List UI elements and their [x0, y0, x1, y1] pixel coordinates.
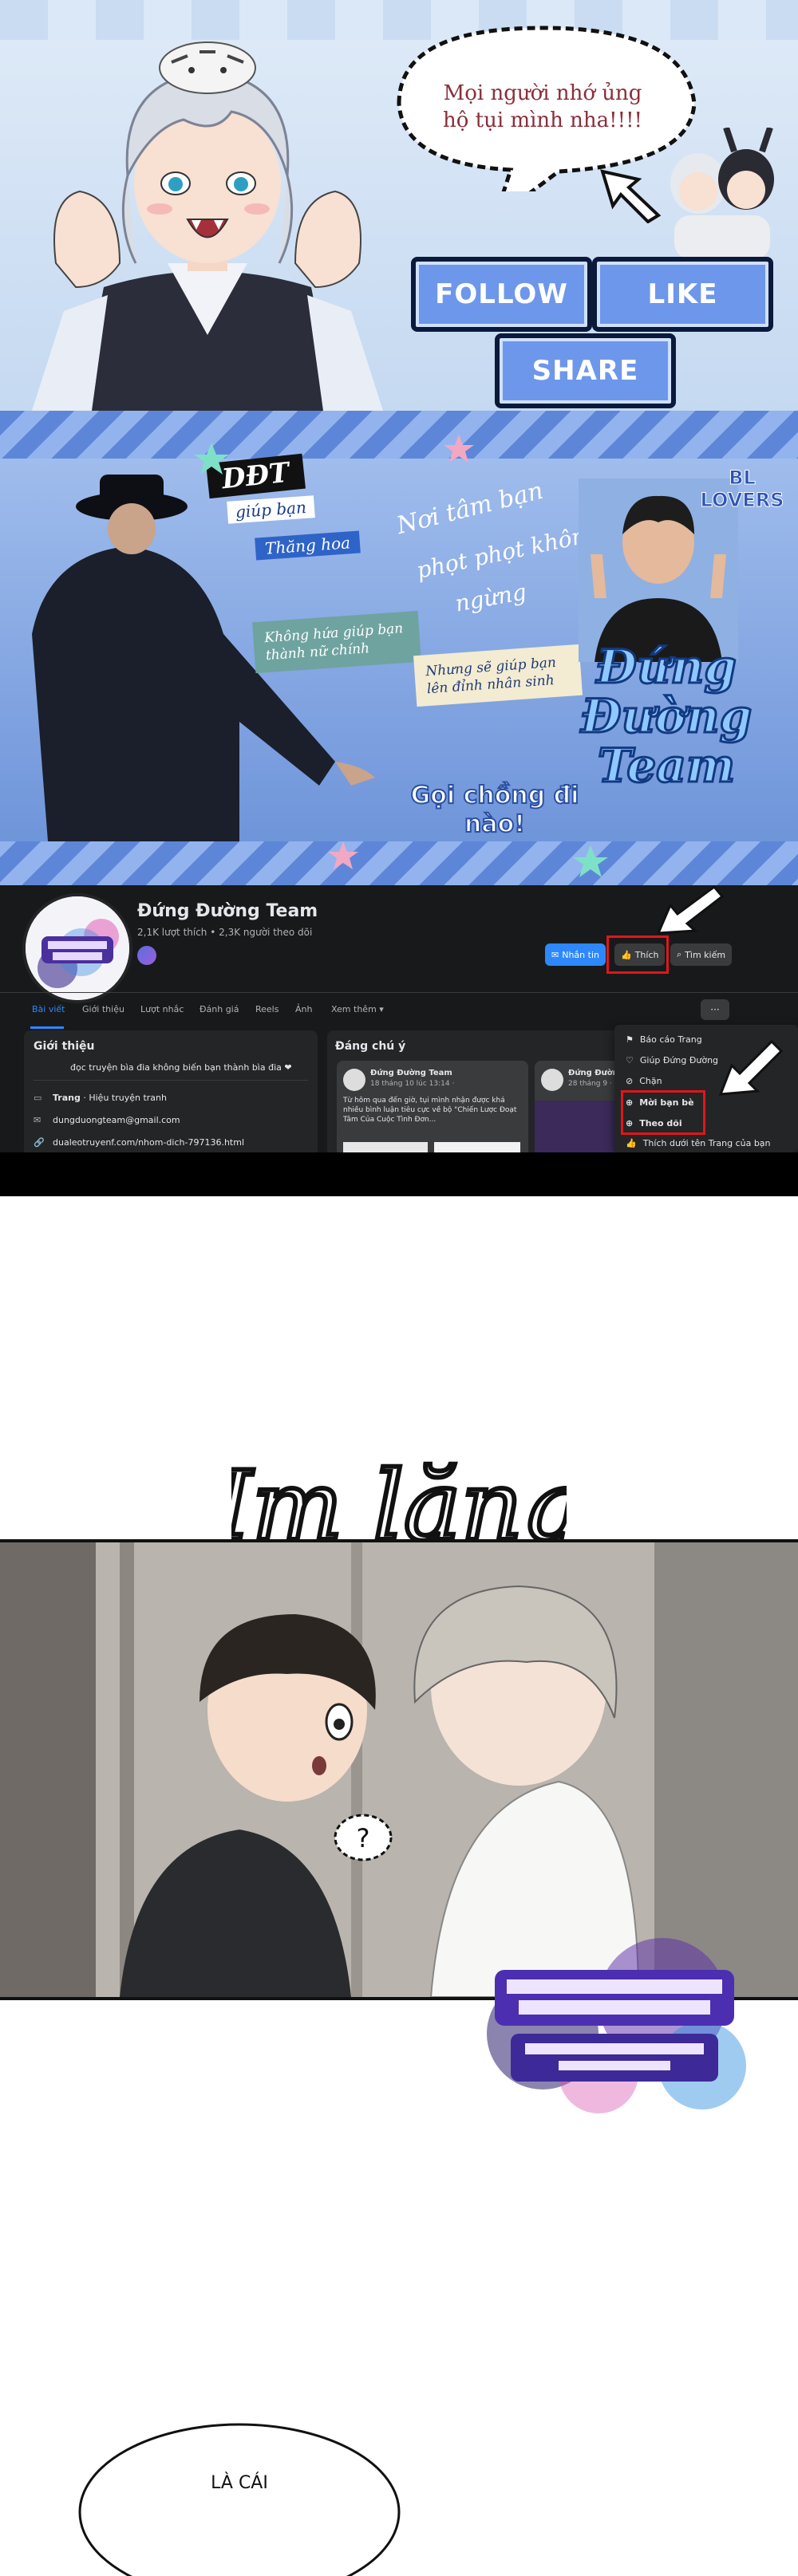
featured-title: Đáng chú ý — [335, 1040, 406, 1053]
search-page-button[interactable]: ⌕ Tìm kiếm — [670, 943, 733, 966]
team-logo-icon — [26, 896, 129, 1000]
menu-support[interactable]: ♡ Giúp Đứng Đường — [626, 1055, 718, 1065]
tab-reviews[interactable]: Đánh giá — [200, 1004, 239, 1014]
post-time: 28 tháng 9 · — [568, 1080, 612, 1088]
category-row: Trang · Hiệu truyện tranh — [53, 1093, 167, 1103]
search-icon: ⌕ — [677, 949, 682, 959]
post-image-1 — [343, 1142, 428, 1152]
more-options-button[interactable]: ··· — [701, 999, 729, 1020]
character-illustration — [32, 41, 383, 411]
cover-banner: DĐT giúp bạn Thăng hoa Nơi tâm bạn phọt … — [0, 411, 798, 885]
tab-mentions[interactable]: Lượt nhắc — [140, 1004, 184, 1014]
page-name: Đứng Đường Team — [137, 901, 318, 921]
post-image-2 — [434, 1142, 520, 1152]
post-author-avatar — [343, 1069, 365, 1091]
info-icon: ▭ — [34, 1093, 42, 1103]
menu-report-page[interactable]: ⚑ Báo cáo Trang — [626, 1034, 702, 1045]
intro-link[interactable]: dualeotruyenf.com/nhom-dich-797136.html — [53, 1137, 244, 1148]
block-icon: ⊘ — [626, 1076, 634, 1086]
black-divider-strip — [0, 1152, 798, 1196]
link-icon: 🔗 — [34, 1137, 45, 1148]
tab-about[interactable]: Giới thiệu — [82, 1004, 124, 1014]
page-tabs: Bài viết Giới thiệu Lượt nhắc Đánh giá R… — [0, 992, 798, 1030]
post-author: Đứng Đường Team — [370, 1069, 452, 1077]
pointer-arrow-icon — [600, 169, 662, 223]
speech-bubble-text: Mọi người nhớ ủng hộ tụi mình nha!!!! — [443, 81, 642, 132]
post-author-avatar — [541, 1069, 563, 1091]
category-label: Trang — [53, 1093, 81, 1103]
final-bubble-text: LÀ CÁI — [211, 2472, 268, 2493]
menu-highlight-box — [621, 1090, 705, 1135]
question-mark-text: ? — [357, 1823, 370, 1853]
final-speech-bubble: LÀ CÁI — [78, 2423, 401, 2576]
intro-email[interactable]: dungduongteam@gmail.com — [53, 1115, 180, 1125]
message-button[interactable]: ✉ Nhắn tin — [545, 943, 606, 966]
support-icon: ♡ — [626, 1055, 634, 1065]
menu-label: Giúp Đứng Đường — [639, 1055, 719, 1065]
featured-post-1[interactable]: Đứng Đường Team 18 tháng 10 lúc 13:14 · … — [337, 1061, 528, 1152]
menu-label: Chặn — [639, 1076, 662, 1086]
intro-title: Giới thiệu — [34, 1040, 95, 1053]
menu-block[interactable]: ⊘ Chặn — [626, 1076, 662, 1086]
messenger-icon: ✉ — [551, 949, 559, 960]
category-value: · Hiệu truyện tranh — [83, 1093, 167, 1103]
active-tab-indicator — [30, 1026, 64, 1029]
post-text: Từ hôm qua đến giờ, tụi mình nhận được k… — [343, 1097, 517, 1124]
search-page-button-label: Tìm kiếm — [685, 949, 726, 960]
page-stats: 2,1K lượt thích • 2,3K người theo dõi — [137, 927, 313, 938]
page-avatar[interactable] — [22, 893, 132, 1003]
post-time: 18 tháng 10 lúc 13:14 · — [370, 1080, 455, 1088]
tab-more[interactable]: Xem thêm ▾ — [331, 1004, 384, 1014]
tab-posts[interactable]: Bài viết — [32, 1004, 65, 1014]
tab-photos[interactable]: Ảnh — [295, 1004, 312, 1014]
intro-divider — [34, 1080, 308, 1081]
pointer-arrow-icon — [656, 885, 725, 935]
intro-card: Giới thiệu đọc truyện bìa đia không biến… — [24, 1030, 318, 1152]
message-button-label: Nhắn tin — [562, 949, 599, 960]
email-icon: ✉ — [34, 1115, 41, 1125]
thumbs-up-icon: 👍 — [626, 1138, 637, 1148]
chibi-couple-illustration — [670, 128, 774, 259]
team-watermark-logo — [487, 1938, 746, 2113]
banner-follow-like-share: Mọi người nhớ ủng hộ tụi mình nha!!!! FO… — [0, 0, 798, 411]
pointer-arrow-icon — [718, 1039, 784, 1096]
flag-icon: ⚑ — [626, 1034, 634, 1045]
share-button[interactable]: SHARE — [495, 333, 676, 408]
menu-like-as-page[interactable]: 👍 Thích dưới tên Trang của bạn — [626, 1138, 771, 1148]
like-highlight-box — [606, 935, 669, 974]
intro-description: đọc truyện bìa đia không biến bạn thành … — [70, 1062, 292, 1073]
menu-label: Thích dưới tên Trang của bạn — [642, 1138, 771, 1148]
menu-label: Báo cáo Trang — [639, 1034, 702, 1045]
follower-avatar — [137, 946, 156, 965]
facebook-page-panel: Đứng Đường Team 2,1K lượt thích • 2,3K n… — [0, 885, 798, 1152]
like-button[interactable]: LIKE — [592, 257, 773, 332]
follow-button[interactable]: FOLLOW — [411, 257, 592, 332]
decorative-stars — [194, 435, 608, 877]
tab-reels[interactable]: Reels — [255, 1004, 279, 1014]
